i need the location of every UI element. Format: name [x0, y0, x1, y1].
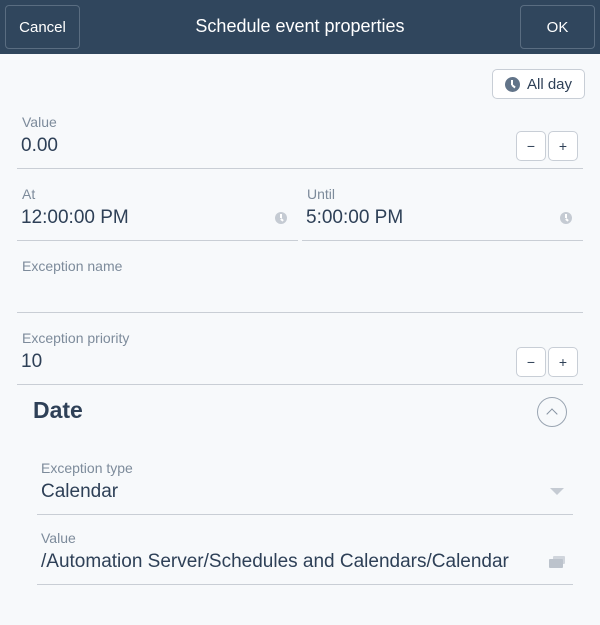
value-field[interactable]: Value 0.00	[17, 110, 583, 169]
value-input[interactable]: 0.00	[21, 135, 58, 157]
chevron-up-icon	[546, 408, 558, 420]
at-clock-icon[interactable]	[275, 212, 287, 224]
until-label: Until	[307, 186, 336, 202]
date-value-label: Value	[41, 530, 76, 546]
until-input[interactable]: 5:00:00 PM	[306, 207, 403, 229]
at-label: At	[22, 186, 36, 202]
dialog-header: Cancel Schedule event properties OK	[0, 0, 600, 54]
at-input[interactable]: 12:00:00 PM	[21, 207, 129, 229]
value-increment-button[interactable]: +	[548, 131, 578, 161]
all-day-button[interactable]: All day	[492, 69, 585, 99]
priority-decrement-button[interactable]: −	[516, 347, 546, 377]
exception-type-select[interactable]: Calendar	[41, 481, 118, 503]
exception-name-label: Exception name	[22, 258, 123, 274]
exception-type-label: Exception type	[41, 460, 133, 476]
cancel-button[interactable]: Cancel	[5, 5, 80, 49]
ok-button[interactable]: OK	[520, 5, 595, 49]
exception-priority-input[interactable]: 10	[21, 351, 42, 373]
until-clock-icon[interactable]	[560, 212, 572, 224]
dropdown-arrow-icon[interactable]	[550, 488, 564, 495]
value-label: Value	[22, 114, 57, 130]
until-field[interactable]: Until 5:00:00 PM	[302, 182, 583, 241]
value-decrement-button[interactable]: −	[516, 131, 546, 161]
exception-priority-label: Exception priority	[22, 330, 130, 346]
priority-increment-button[interactable]: +	[548, 347, 578, 377]
collapse-date-button[interactable]	[537, 397, 567, 427]
exception-type-field[interactable]: Exception type Calendar	[37, 456, 573, 515]
dialog-title: Schedule event properties	[195, 16, 405, 36]
date-value-input[interactable]: /Automation Server/Schedules and Calenda…	[41, 551, 509, 573]
all-day-label: All day	[526, 75, 573, 93]
priority-stepper: − +	[516, 347, 578, 377]
clock-icon	[504, 76, 520, 92]
date-section-title: Date	[33, 397, 83, 423]
at-field[interactable]: At 12:00:00 PM	[17, 182, 298, 241]
date-value-field[interactable]: Value /Automation Server/Schedules and C…	[37, 526, 573, 585]
value-stepper: − +	[516, 131, 578, 161]
folder-icon[interactable]	[549, 556, 565, 568]
exception-priority-field[interactable]: Exception priority 10	[17, 326, 583, 385]
exception-name-field[interactable]: Exception name	[17, 254, 583, 313]
